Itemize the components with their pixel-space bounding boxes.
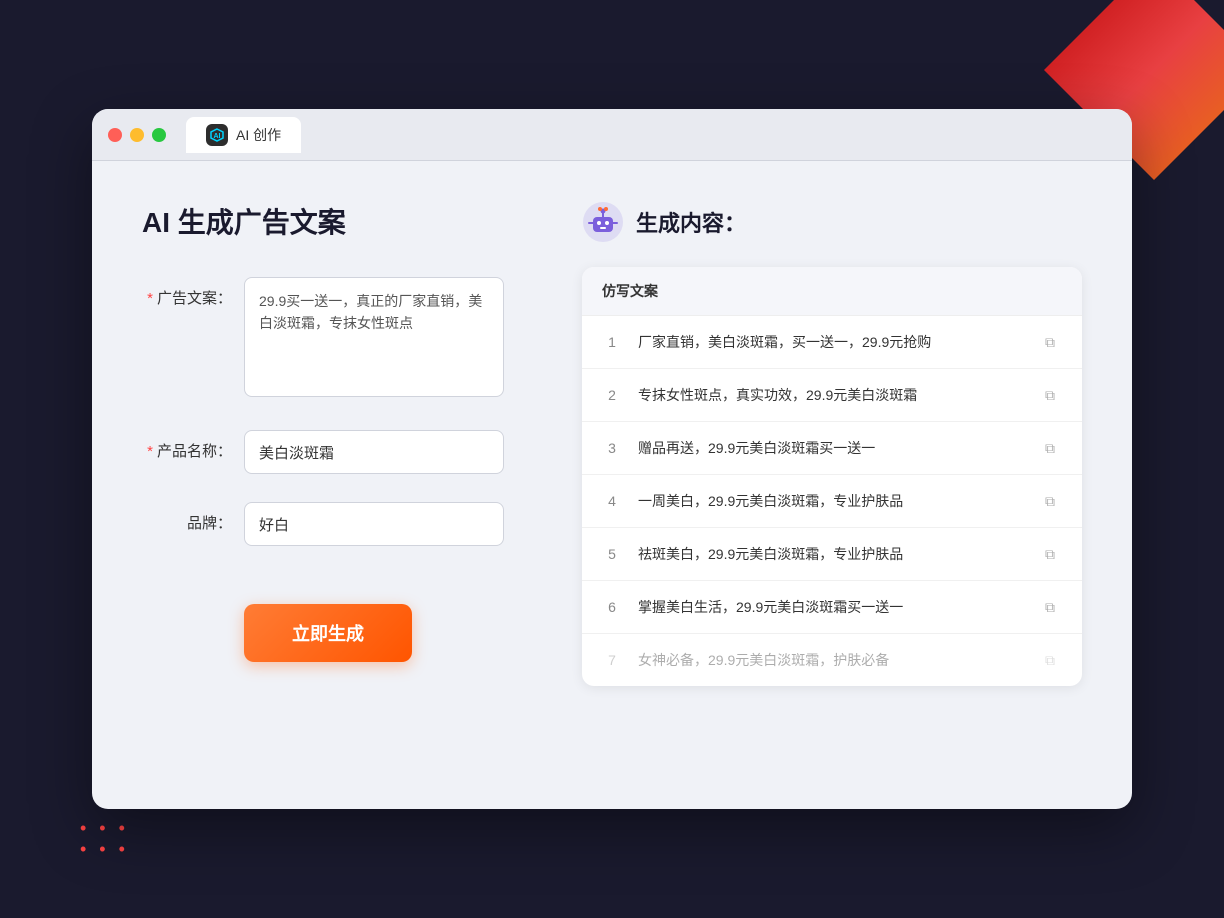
product-label: *产品名称：	[142, 430, 232, 461]
ai-tab[interactable]: AI AI 创作	[186, 117, 301, 153]
form-group-brand: 品牌：	[142, 502, 522, 546]
row-text-3: 赠品再送，29.9元美白淡斑霜买一送一	[638, 438, 1022, 458]
row-num-4: 4	[602, 493, 622, 509]
table-row: 5 祛斑美白，29.9元美白淡斑霜，专业护肤品 ⧉	[582, 528, 1082, 581]
row-text-7: 女神必备，29.9元美白淡斑霜，护肤必备	[638, 650, 1022, 670]
copy-icon-1[interactable]: ⧉	[1038, 330, 1062, 354]
table-row: 2 专抹女性斑点，真实功效，29.9元美白淡斑霜 ⧉	[582, 369, 1082, 422]
row-num-7: 7	[602, 652, 622, 668]
copy-icon-3[interactable]: ⧉	[1038, 436, 1062, 460]
tab-label: AI 创作	[236, 125, 281, 145]
required-star-2: *	[147, 443, 153, 460]
submit-button[interactable]: 立即生成	[244, 604, 412, 662]
copy-icon-2[interactable]: ⧉	[1038, 383, 1062, 407]
ad-copy-label: *广告文案：	[142, 277, 232, 308]
copy-icon-6[interactable]: ⧉	[1038, 595, 1062, 619]
bg-decoration-dots	[80, 818, 160, 858]
row-text-4: 一周美白，29.9元美白淡斑霜，专业护肤品	[638, 491, 1022, 511]
table-row: 1 厂家直销，美白淡斑霜，买一送一，29.9元抢购 ⧉	[582, 316, 1082, 369]
right-header: 生成内容：	[582, 201, 1082, 243]
minimize-button[interactable]	[130, 128, 144, 142]
row-num-6: 6	[602, 599, 622, 615]
row-text-6: 掌握美白生活，29.9元美白淡斑霜买一送一	[638, 597, 1022, 617]
brand-input[interactable]	[244, 502, 504, 546]
brand-wrap	[244, 502, 522, 546]
brand-label: 品牌：	[142, 502, 232, 533]
results-table: 仿写文案 1 厂家直销，美白淡斑霜，买一送一，29.9元抢购 ⧉ 2 专抹女性斑…	[582, 267, 1082, 686]
right-panel: 生成内容： 仿写文案 1 厂家直销，美白淡斑霜，买一送一，29.9元抢购 ⧉ 2…	[582, 201, 1082, 761]
row-text-5: 祛斑美白，29.9元美白淡斑霜，专业护肤品	[638, 544, 1022, 564]
form-group-product: *产品名称：	[142, 430, 522, 474]
copy-icon-7[interactable]: ⧉	[1038, 648, 1062, 672]
table-row: 3 赠品再送，29.9元美白淡斑霜买一送一 ⧉	[582, 422, 1082, 475]
row-num-3: 3	[602, 440, 622, 456]
left-panel: AI 生成广告文案 *广告文案： 29.9买一送一，真正的厂家直销，美白淡斑霜，…	[142, 201, 522, 761]
copy-icon-4[interactable]: ⧉	[1038, 489, 1062, 513]
right-title: 生成内容：	[636, 206, 746, 238]
row-num-2: 2	[602, 387, 622, 403]
robot-icon	[582, 201, 624, 243]
title-bar: AI AI 创作	[92, 109, 1132, 161]
tab-icon: AI	[206, 124, 228, 146]
table-row: 4 一周美白，29.9元美白淡斑霜，专业护肤品 ⧉	[582, 475, 1082, 528]
table-header: 仿写文案	[582, 267, 1082, 316]
row-text-2: 专抹女性斑点，真实功效，29.9元美白淡斑霜	[638, 385, 1022, 405]
close-button[interactable]	[108, 128, 122, 142]
table-row-dimmed: 7 女神必备，29.9元美白淡斑霜，护肤必备 ⧉	[582, 634, 1082, 686]
traffic-lights	[108, 128, 166, 142]
maximize-button[interactable]	[152, 128, 166, 142]
page-title: AI 生成广告文案	[142, 201, 522, 241]
product-input[interactable]	[244, 430, 504, 474]
row-num-1: 1	[602, 334, 622, 350]
copy-icon-5[interactable]: ⧉	[1038, 542, 1062, 566]
product-wrap	[244, 430, 522, 474]
ad-copy-textarea[interactable]: 29.9买一送一，真正的厂家直销，美白淡斑霜，专抹女性斑点	[244, 277, 504, 397]
form-group-ad-copy: *广告文案： 29.9买一送一，真正的厂家直销，美白淡斑霜，专抹女性斑点	[142, 277, 522, 402]
svg-text:AI: AI	[214, 133, 221, 140]
row-text-1: 厂家直销，美白淡斑霜，买一送一，29.9元抢购	[638, 332, 1022, 352]
ad-copy-wrap: 29.9买一送一，真正的厂家直销，美白淡斑霜，专抹女性斑点	[244, 277, 522, 402]
row-num-5: 5	[602, 546, 622, 562]
required-star-1: *	[147, 290, 153, 307]
content-area: AI 生成广告文案 *广告文案： 29.9买一送一，真正的厂家直销，美白淡斑霜，…	[92, 161, 1132, 801]
table-row: 6 掌握美白生活，29.9元美白淡斑霜买一送一 ⧉	[582, 581, 1082, 634]
browser-window: AI AI 创作 AI 生成广告文案 *广告文案： 29.9买一送一，真正的厂家…	[92, 109, 1132, 809]
